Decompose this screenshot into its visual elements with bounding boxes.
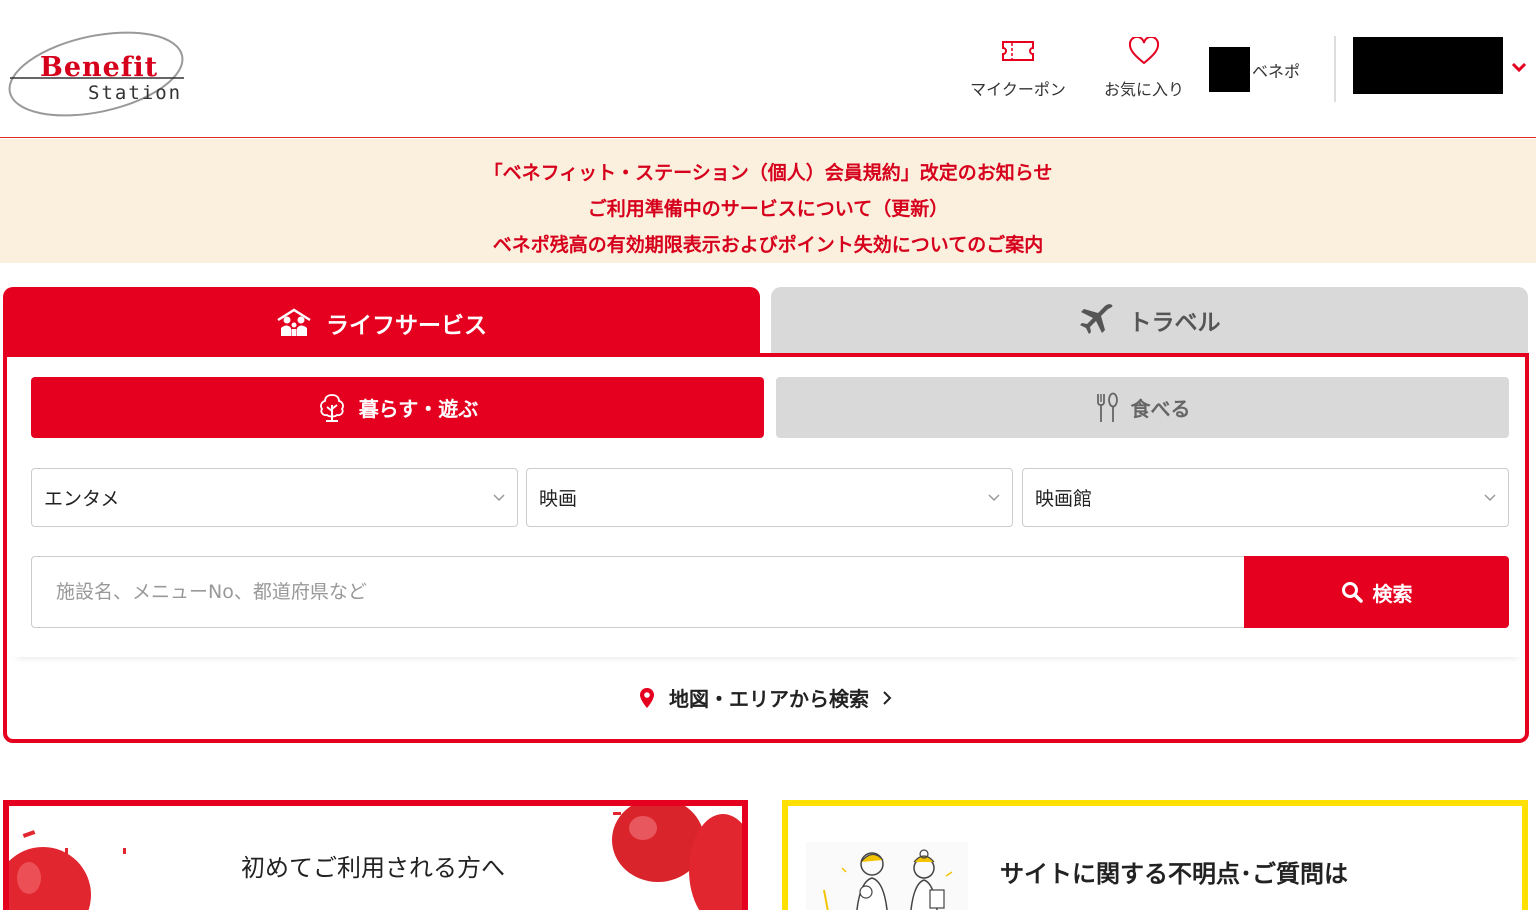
search-icon — [1341, 581, 1363, 603]
ticket-icon — [1000, 36, 1036, 66]
subtab-eat[interactable]: 食べる — [776, 377, 1509, 438]
subtab-live-play[interactable]: 暮らす・遊ぶ — [31, 377, 764, 438]
airplane-icon — [1079, 303, 1115, 337]
subtab-live-play-label: 暮らす・遊ぶ — [358, 397, 479, 421]
map-area-search-link[interactable]: 地図・エリアから検索 — [7, 683, 1525, 712]
support-staff-illustration — [806, 842, 968, 910]
tab-travel-label: トラベル — [1128, 310, 1221, 336]
subtab-eat-label: 食べる — [1130, 397, 1191, 421]
site-header: Benefit Station マイクーポン お気に入り ベネポ — [0, 0, 1536, 138]
tab-life-service[interactable]: ライフサービス — [3, 287, 760, 359]
category-select[interactable]: エンタメ — [31, 468, 518, 527]
map-area-search-label: 地図・エリアから検索 — [669, 687, 869, 711]
type-select-value: 映画館 — [1035, 488, 1093, 510]
first-time-user-title: 初めてご利用される方へ — [241, 854, 505, 882]
family-icon — [276, 308, 312, 338]
search-input[interactable] — [31, 556, 1245, 628]
search-button-label: 検索 — [1372, 581, 1413, 606]
my-coupon-label: マイクーポン — [970, 80, 1066, 99]
category-select-value: エンタメ — [44, 488, 120, 510]
chevron-down-icon — [1482, 489, 1498, 511]
notice-link-services[interactable]: ご利用準備中のサービスについて（更新） — [0, 191, 1536, 227]
subcategory-select[interactable]: 映画 — [526, 468, 1013, 527]
map-pin-icon — [639, 687, 655, 709]
chevron-right-icon — [881, 690, 893, 706]
favorites-link[interactable]: お気に入り — [1096, 36, 1192, 100]
benepo-balance-redacted — [1209, 47, 1250, 92]
notice-link-terms[interactable]: 「ベネフィット・ステーション（個人）会員規約」改定のお知らせ — [0, 155, 1536, 191]
chevron-down-icon[interactable] — [1510, 58, 1528, 76]
logo-text-benefit: Benefit — [40, 52, 159, 83]
tree-icon — [317, 393, 347, 423]
first-time-user-banner[interactable]: 初めてご利用される方へ — [3, 800, 748, 910]
search-button[interactable]: 検索 — [1244, 556, 1509, 628]
benepo-label: ベネポ — [1252, 62, 1301, 81]
faq-banner[interactable]: サイトに関する不明点･ご質問は — [782, 800, 1528, 910]
faq-title: サイトに関する不明点･ご質問は — [1000, 860, 1348, 888]
cutlery-icon — [1095, 392, 1119, 424]
chevron-down-icon — [491, 489, 507, 511]
benefit-station-logo[interactable]: Benefit Station — [8, 28, 188, 120]
type-select[interactable]: 映画館 — [1022, 468, 1509, 527]
search-panel-inner: 暮らす・遊ぶ 食べる エンタメ 映画 映画館 施設名、メニューNo、都道府県など… — [11, 357, 1523, 657]
search-panel: 暮らす・遊ぶ 食べる エンタメ 映画 映画館 施設名、メニューNo、都道府県など… — [3, 353, 1529, 743]
tab-life-service-label: ライフサービス — [326, 313, 487, 339]
notice-link-points[interactable]: ベネポ残高の有効期限表示およびポイント失効についてのご案内 — [0, 227, 1536, 263]
subcategory-select-value: 映画 — [539, 488, 578, 510]
heart-icon — [1128, 36, 1160, 66]
my-coupon-link[interactable]: マイクーポン — [962, 36, 1074, 100]
favorites-label: お気に入り — [1103, 80, 1184, 99]
notice-bar: 「ベネフィット・ステーション（個人）会員規約」改定のお知らせ ご利用準備中のサー… — [0, 139, 1536, 263]
chevron-down-icon — [986, 489, 1002, 511]
tab-travel[interactable]: トラベル — [771, 287, 1528, 353]
header-divider — [1334, 36, 1336, 102]
user-name-redacted[interactable] — [1353, 37, 1503, 94]
logo-text-station: Station — [88, 82, 183, 104]
